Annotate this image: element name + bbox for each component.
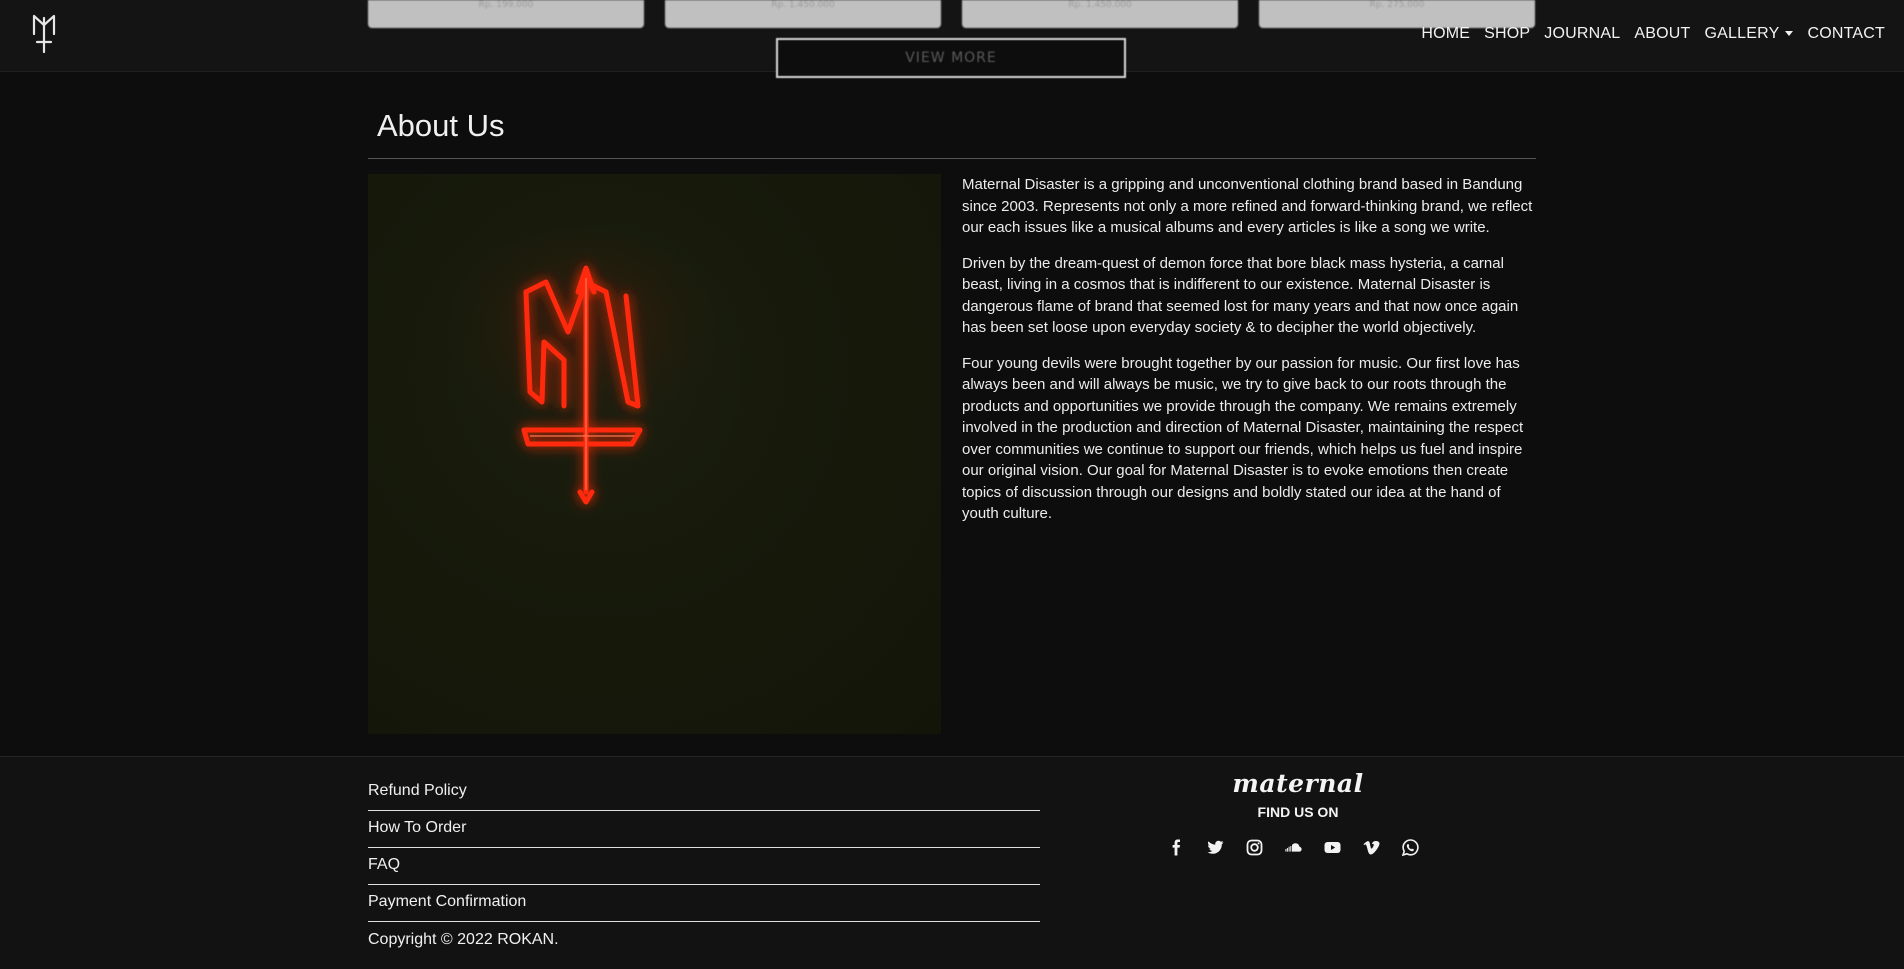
product-card[interactable]: Rp. 1.450.000 — [665, 0, 941, 28]
brand-logo-icon[interactable] — [28, 12, 60, 54]
divider — [368, 158, 1536, 159]
vimeo-icon[interactable] — [1363, 839, 1380, 856]
footer: Refund Policy How To Order FAQ Payment C… — [0, 756, 1904, 969]
nav-gallery-dropdown[interactable]: GALLERY — [1705, 25, 1794, 43]
neon-trident-icon — [433, 229, 733, 505]
soundcloud-icon[interactable] — [1285, 839, 1302, 856]
instagram-icon[interactable] — [1246, 839, 1263, 856]
youtube-icon[interactable] — [1324, 839, 1341, 856]
copyright-text: Copyright © 2022 ROKAN. — [368, 931, 559, 948]
product-card[interactable]: Rp. 1.450.000 — [962, 0, 1238, 28]
find-us-label: FIND US ON — [1257, 804, 1339, 820]
product-card[interactable]: Rp. 199.000 — [368, 0, 644, 28]
social-links — [1168, 839, 1419, 856]
about-paragraph: Four young devils were brought together … — [962, 354, 1524, 523]
footer-links: Refund Policy How To Order FAQ Payment C… — [368, 774, 1040, 952]
whatsapp-icon[interactable] — [1402, 839, 1419, 856]
facebook-icon[interactable] — [1168, 839, 1185, 856]
nav-shop[interactable]: SHOP — [1484, 25, 1530, 43]
about-paragraph: Driven by the dream-quest of demon force… — [962, 254, 1519, 337]
product-price: Rp. 199.000 — [478, 0, 534, 10]
footer-wordmark: maternal — [1232, 769, 1364, 798]
nav-gallery-label: GALLERY — [1704, 25, 1780, 42]
footer-link-how-to-order[interactable]: How To Order — [368, 811, 1040, 848]
main-nav: HOME SHOP JOURNAL ABOUT GALLERY CONTACT — [1421, 22, 1885, 46]
twitter-icon[interactable] — [1207, 839, 1224, 856]
view-more-button[interactable]: VIEW MORE — [776, 38, 1126, 78]
nav-contact[interactable]: CONTACT — [1807, 25, 1885, 43]
about-description: Maternal Disaster is a gripping and unco… — [962, 174, 1540, 539]
about-title: About Us — [377, 108, 505, 143]
neon-logo-image — [368, 174, 941, 734]
caret-down-icon — [1785, 31, 1794, 37]
footer-link-faq[interactable]: FAQ — [368, 848, 1040, 885]
nav-home[interactable]: HOME — [1421, 25, 1470, 43]
product-price: Rp. 1.450.000 — [1068, 0, 1132, 10]
about-paragraph: Maternal Disaster is a gripping and unco… — [962, 176, 1533, 236]
product-strip: Rp. 199.000 Rp. 1.450.000 Rp. 1.450.000 … — [368, 0, 1536, 28]
product-price: Rp. 1.450.000 — [771, 0, 835, 10]
top-navbar: Rp. 199.000 Rp. 1.450.000 Rp. 1.450.000 … — [0, 0, 1904, 78]
product-price: Rp. 275.000 — [1369, 0, 1425, 10]
nav-about[interactable]: ABOUT — [1634, 25, 1690, 43]
nav-journal[interactable]: JOURNAL — [1544, 25, 1620, 43]
footer-link-refund-policy[interactable]: Refund Policy — [368, 774, 1040, 811]
footer-link-payment-confirmation[interactable]: Payment Confirmation — [368, 885, 1040, 922]
footer-brand: maternal FIND US ON — [1198, 769, 1398, 820]
